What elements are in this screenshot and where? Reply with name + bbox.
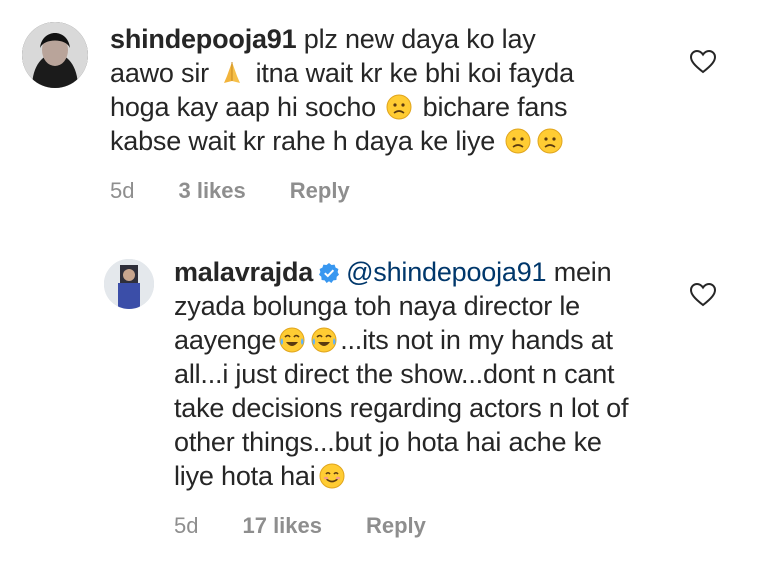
comment-text: malavrajda @shindepooja91 mein zyada bol… bbox=[174, 255, 644, 493]
comment: shindepooja91 plz new daya ko lay aawo s… bbox=[22, 22, 722, 204]
folded-hands-icon bbox=[224, 62, 241, 83]
likes-count[interactable]: 17 likes bbox=[242, 513, 322, 539]
comment-age: 5d bbox=[110, 178, 135, 203]
comment-text: shindepooja91 plz new daya ko lay aawo s… bbox=[110, 22, 580, 158]
avatar[interactable] bbox=[22, 22, 88, 88]
reply-comment: malavrajda @shindepooja91 mein zyada bol… bbox=[104, 255, 724, 539]
likes-count[interactable]: 3 likes bbox=[178, 178, 245, 204]
heart-icon[interactable] bbox=[690, 50, 716, 74]
comment-meta: 5d 3 likes Reply bbox=[110, 178, 722, 204]
comment-meta: 5d 17 likes Reply bbox=[174, 513, 724, 539]
heart-icon[interactable] bbox=[690, 283, 716, 307]
profile-photo-icon bbox=[22, 22, 88, 88]
username[interactable]: shindepooja91 bbox=[110, 24, 297, 54]
worried-face-icon bbox=[386, 94, 412, 120]
laughing-tears-face-icon bbox=[311, 327, 337, 353]
avatar[interactable] bbox=[104, 259, 154, 309]
worried-face-icon bbox=[537, 128, 563, 154]
smiling-face-icon bbox=[319, 463, 344, 489]
worried-face-icon bbox=[505, 128, 531, 154]
reply-button[interactable]: Reply bbox=[366, 513, 426, 539]
username[interactable]: malavrajda bbox=[174, 257, 313, 287]
reply-button[interactable]: Reply bbox=[290, 178, 350, 204]
verified-badge-icon bbox=[319, 263, 340, 283]
comment-age: 5d bbox=[174, 513, 199, 538]
mention-link[interactable]: @shindepooja91 bbox=[346, 257, 546, 287]
profile-photo-icon bbox=[104, 259, 154, 309]
laughing-tears-face-icon bbox=[279, 327, 305, 353]
